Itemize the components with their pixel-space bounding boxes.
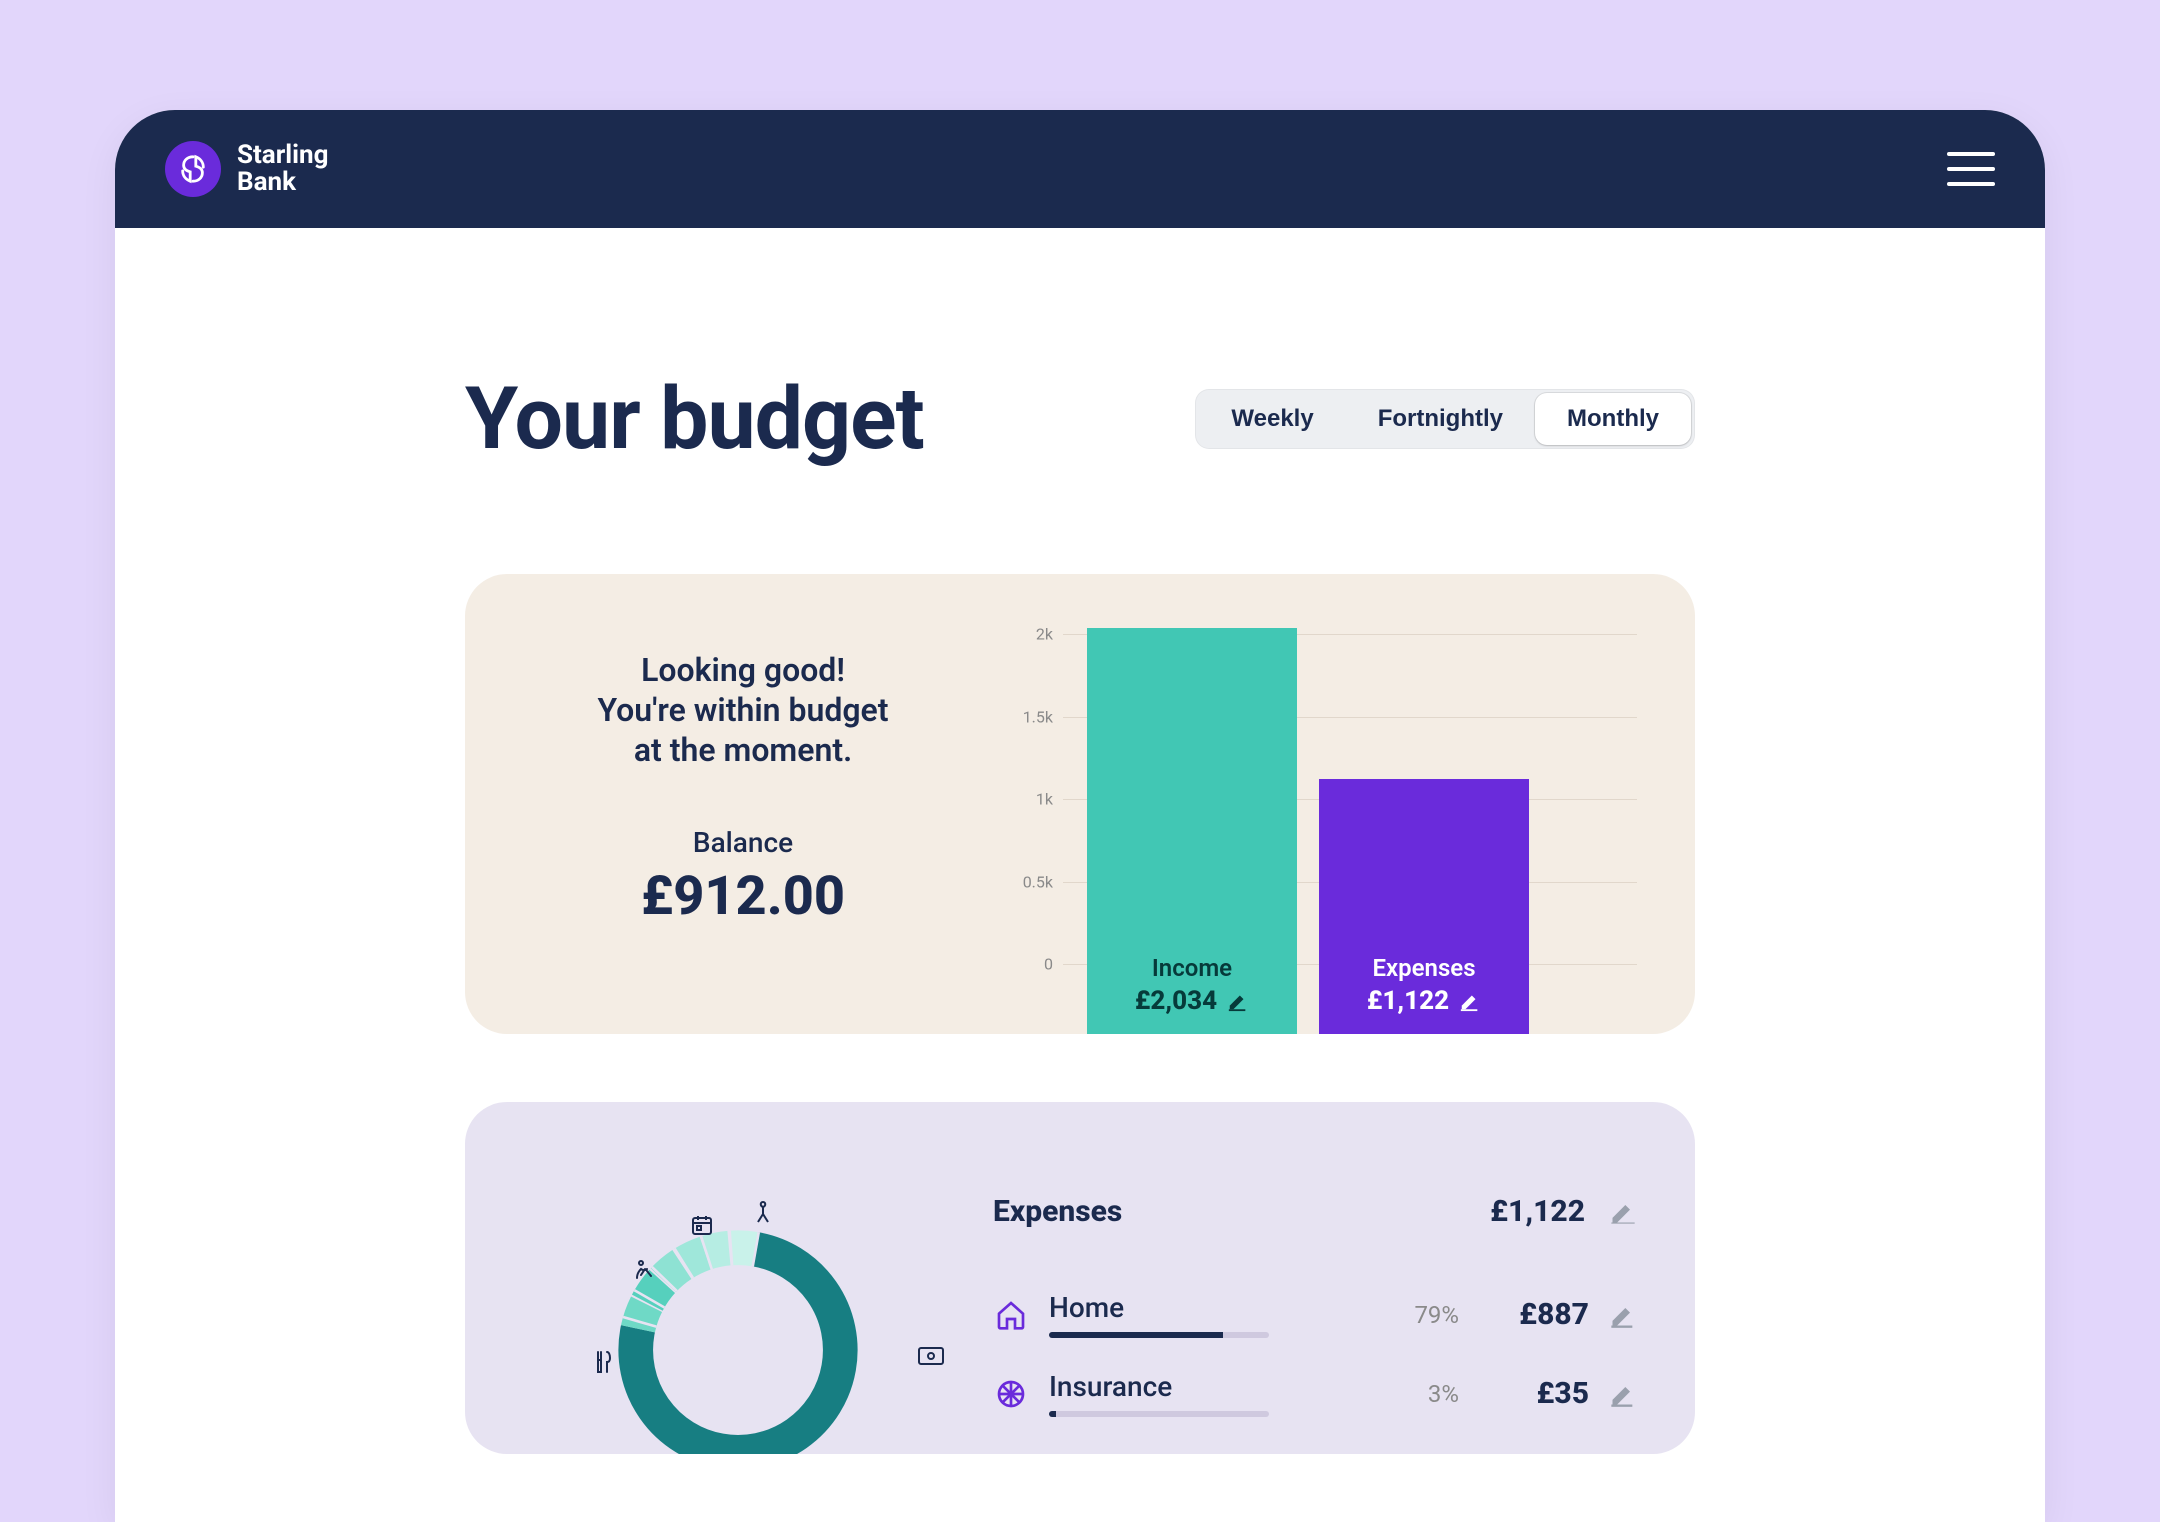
edit-expenses-button[interactable] <box>1609 1198 1637 1226</box>
wellness-icon <box>633 1258 655 1284</box>
expense-percent: 79% <box>1389 1301 1459 1329</box>
calendar-icon <box>691 1214 713 1240</box>
period-segmented-control: Weekly Fortnightly Monthly <box>1195 389 1695 449</box>
expense-percent: 3% <box>1389 1380 1459 1408</box>
income-bar-label: Income <box>1152 954 1232 982</box>
balance-label: Balance <box>523 826 963 859</box>
income-bar: Income £2,034 <box>1087 628 1297 1034</box>
expense-amount: £35 <box>1479 1376 1589 1411</box>
income-bar-value: £2,034 <box>1135 986 1217 1016</box>
cash-icon <box>917 1346 945 1370</box>
expenses-card: Expenses £1,122 Home 79% £887 Insurance 3% £3… <box>465 1102 1695 1454</box>
tab-fortnightly[interactable]: Fortnightly <box>1346 393 1535 445</box>
expense-row: Insurance 3% £35 <box>993 1354 1637 1433</box>
brand-logo[interactable]: Starling Bank <box>165 141 328 197</box>
expense-progress <box>1049 1332 1269 1338</box>
insurance-icon <box>993 1376 1029 1412</box>
expense-name: Home <box>1049 1291 1369 1324</box>
summary-card: Looking good! You're within budget at th… <box>465 574 1695 1034</box>
home-icon <box>993 1297 1029 1333</box>
brand-mark-icon <box>165 141 221 197</box>
y-tick-label: 0 <box>1003 955 1053 974</box>
brand-name: Starling Bank <box>237 142 328 197</box>
tab-weekly[interactable]: Weekly <box>1199 393 1345 445</box>
expense-name: Insurance <box>1049 1370 1369 1403</box>
edit-expense-button[interactable] <box>1609 1301 1637 1329</box>
income-expense-chart: 00.5k1k1.5k2k Income£2,034Expenses£1,122 <box>1003 634 1637 1034</box>
y-tick-label: 1k <box>1003 790 1053 809</box>
app-window: Starling Bank Your budget Weekly Fortnig… <box>115 110 2045 1522</box>
edit-income-button[interactable] <box>1227 990 1249 1012</box>
charity-icon <box>753 1200 773 1228</box>
dining-icon <box>593 1350 613 1378</box>
summary-message: Looking good! You're within budget at th… <box>523 650 963 770</box>
edit-expenses-button[interactable] <box>1459 990 1481 1012</box>
edit-expense-button[interactable] <box>1609 1380 1637 1408</box>
expense-row: Home 79% £887 <box>993 1275 1637 1354</box>
expenses-total: £1,122 <box>1490 1194 1585 1229</box>
expenses-heading: Expenses <box>993 1194 1490 1229</box>
expenses-bar: Expenses £1,122 <box>1319 779 1529 1034</box>
tab-monthly[interactable]: Monthly <box>1535 393 1691 445</box>
expense-amount: £887 <box>1479 1297 1589 1332</box>
y-tick-label: 1.5k <box>1003 707 1053 726</box>
expenses-bar-label: Expenses <box>1372 954 1475 982</box>
app-header: Starling Bank <box>115 110 2045 228</box>
page-title: Your budget <box>465 368 924 469</box>
hamburger-menu-icon[interactable] <box>1947 152 1995 186</box>
expense-progress <box>1049 1411 1269 1417</box>
balance-value: £912.00 <box>523 865 963 928</box>
expenses-bar-value: £1,122 <box>1367 986 1449 1016</box>
y-tick-label: 2k <box>1003 625 1053 644</box>
expenses-donut-chart <box>523 1194 953 1454</box>
y-tick-label: 0.5k <box>1003 872 1053 891</box>
